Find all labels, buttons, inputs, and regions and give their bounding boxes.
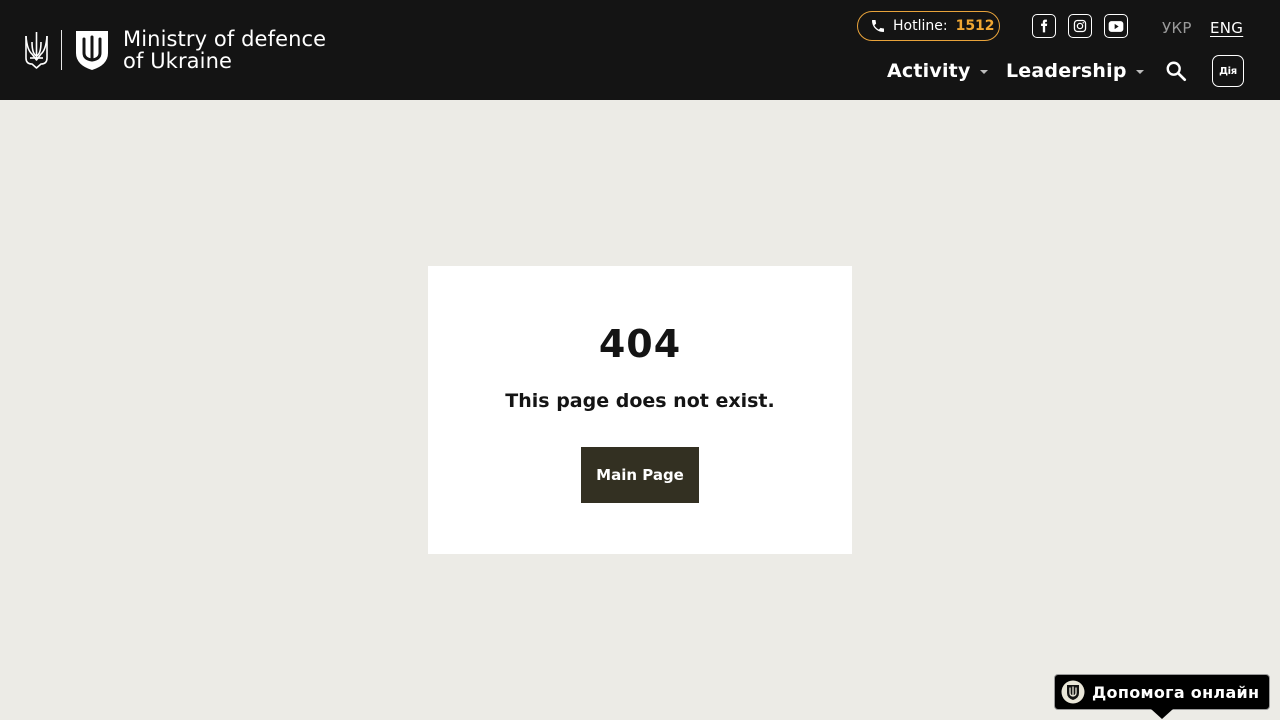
logo-line-2: of Ukraine bbox=[123, 49, 233, 73]
help-online-widget[interactable]: Допомога онлайн bbox=[1054, 674, 1270, 710]
site-logo[interactable]: Ministry of defence of Ukraine bbox=[24, 28, 326, 72]
instagram-link[interactable] bbox=[1068, 14, 1092, 38]
instagram-icon bbox=[1073, 19, 1087, 33]
help-widget-pointer bbox=[1151, 709, 1173, 719]
phone-icon bbox=[872, 20, 884, 32]
hotline-button[interactable]: Hotline: 1512 bbox=[857, 11, 1000, 41]
logo-line-1: Ministry of defence bbox=[123, 27, 327, 51]
trident-icon bbox=[25, 32, 48, 69]
caret-down-icon bbox=[1135, 70, 1144, 74]
youtube-link[interactable] bbox=[1104, 14, 1128, 38]
main-page-button[interactable]: Main Page bbox=[581, 447, 699, 503]
help-online-label: Допомога онлайн bbox=[1092, 682, 1260, 702]
lang-eng[interactable]: ENG bbox=[1210, 19, 1243, 37]
search-icon[interactable] bbox=[1165, 60, 1187, 82]
caret-down-icon bbox=[979, 70, 988, 74]
facebook-link[interactable] bbox=[1032, 14, 1056, 38]
site-header: Ministry of defence of Ukraine Hotline: … bbox=[0, 0, 1280, 100]
nav-leadership[interactable]: Leadership bbox=[1006, 60, 1144, 82]
hotline-number: 1512 bbox=[955, 18, 995, 34]
lang-ukr[interactable]: УКР bbox=[1162, 19, 1192, 37]
facebook-icon bbox=[1041, 19, 1048, 33]
diia-label: Дія bbox=[1219, 65, 1237, 77]
ministry-shield-icon bbox=[1061, 680, 1085, 704]
ministry-shield-icon bbox=[76, 31, 108, 70]
error-card: 404 This page does not exist. Main Page bbox=[428, 266, 852, 554]
nav-activity[interactable]: Activity bbox=[887, 60, 988, 82]
logo-text: Ministry of defence of Ukraine bbox=[123, 28, 326, 72]
diia-button[interactable]: Дія bbox=[1212, 55, 1244, 87]
main-page-button-label: Main Page bbox=[596, 466, 684, 484]
logo-divider bbox=[61, 30, 62, 70]
youtube-icon bbox=[1108, 20, 1124, 32]
error-code: 404 bbox=[598, 322, 682, 366]
hotline-label: Hotline: bbox=[893, 18, 948, 34]
nav-leadership-label: Leadership bbox=[1006, 60, 1127, 82]
nav-activity-label: Activity bbox=[887, 60, 971, 82]
error-message: This page does not exist. bbox=[505, 390, 775, 412]
